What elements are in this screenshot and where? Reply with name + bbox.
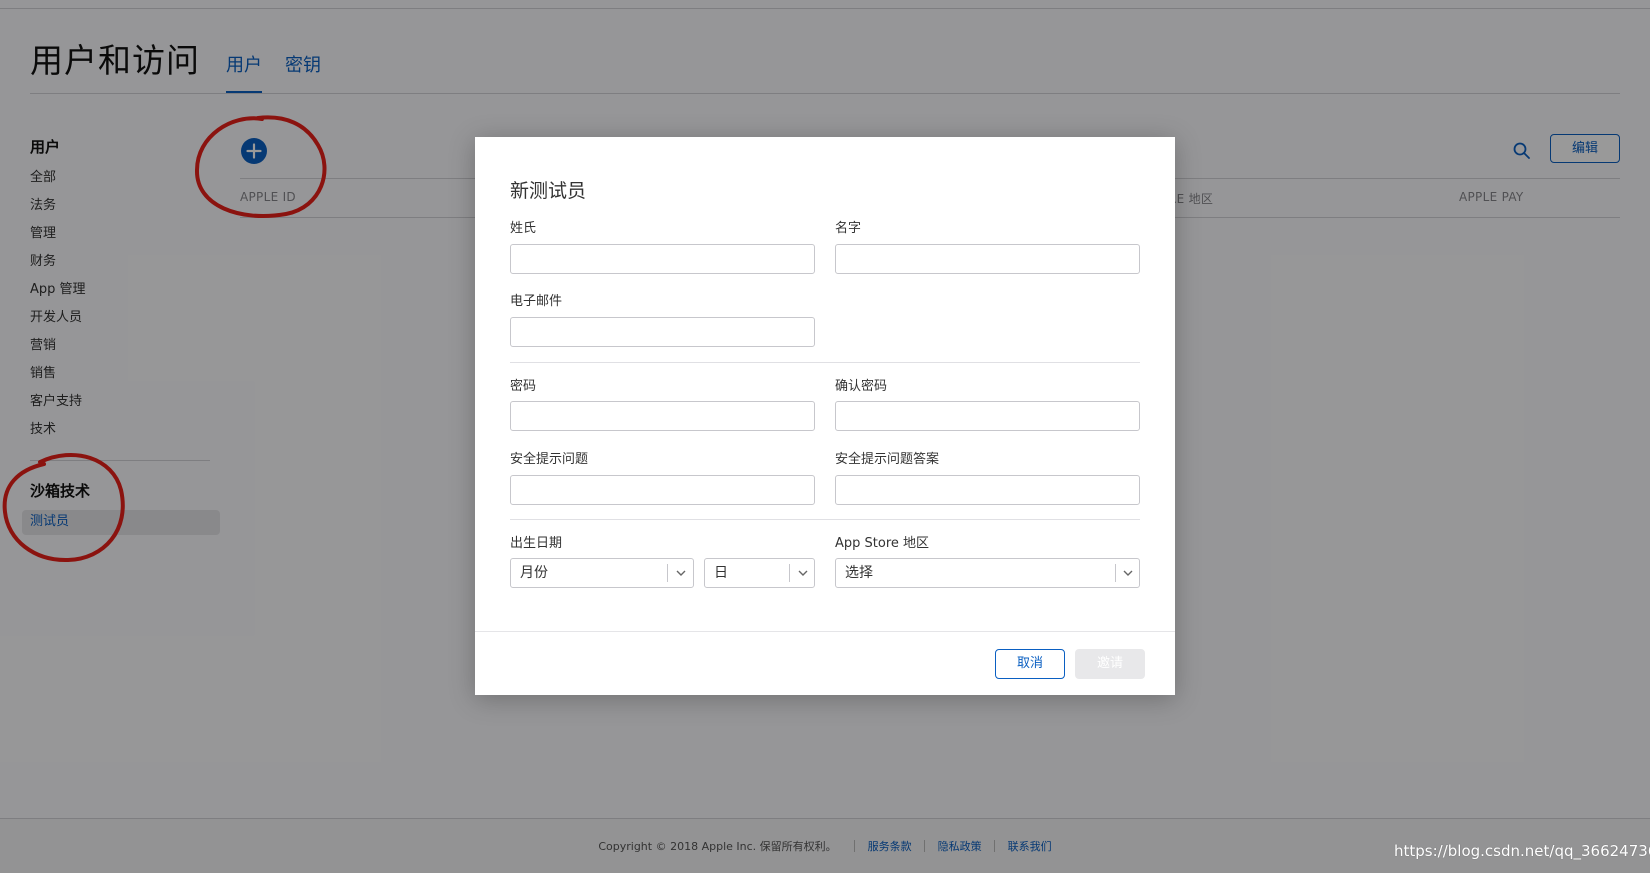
app-store-region-value: 选择 <box>845 565 873 581</box>
app-store-region-label: App Store 地区 <box>835 536 930 551</box>
dialog-section-divider <box>510 362 1140 363</box>
dialog-section-divider <box>510 519 1140 520</box>
security-answer-input[interactable] <box>835 475 1140 505</box>
chevron-down-icon <box>1123 570 1133 576</box>
app-store-region-select[interactable]: 选择 <box>835 558 1140 588</box>
watermark-text: https://blog.csdn.net/qq_36624736 <box>1394 842 1650 860</box>
chevron-down-icon <box>798 570 808 576</box>
security-question-label: 安全提示问题 <box>510 452 589 467</box>
password-input[interactable] <box>510 401 815 431</box>
confirm-password-input[interactable] <box>835 401 1140 431</box>
email-label: 电子邮件 <box>510 294 563 309</box>
birthdate-label: 出生日期 <box>510 536 563 551</box>
password-label: 密码 <box>510 379 537 394</box>
birth-day-value: 日 <box>714 565 728 581</box>
security-answer-label: 安全提示问题答案 <box>835 452 940 467</box>
first-name-input[interactable] <box>835 244 1140 274</box>
cancel-button[interactable]: 取消 <box>995 649 1065 679</box>
select-divider <box>1115 564 1116 582</box>
birth-day-select[interactable]: 日 <box>704 558 815 588</box>
first-name-label: 名字 <box>835 221 862 236</box>
email-input[interactable] <box>510 317 815 347</box>
birth-month-select[interactable]: 月份 <box>510 558 694 588</box>
new-tester-dialog: 新测试员 姓氏 名字 电子邮件 密码 确认密码 安全提示问题 安全提示问题答案 … <box>475 137 1175 695</box>
security-question-input[interactable] <box>510 475 815 505</box>
dialog-footer-divider <box>475 631 1175 632</box>
confirm-password-label: 确认密码 <box>835 379 888 394</box>
dialog-title: 新测试员 <box>510 180 587 202</box>
select-divider <box>667 564 668 582</box>
invite-button[interactable]: 邀请 <box>1075 649 1145 679</box>
last-name-input[interactable] <box>510 244 815 274</box>
chevron-down-icon <box>676 570 686 576</box>
last-name-label: 姓氏 <box>510 221 537 236</box>
select-divider <box>789 564 790 582</box>
birth-month-value: 月份 <box>520 565 548 581</box>
